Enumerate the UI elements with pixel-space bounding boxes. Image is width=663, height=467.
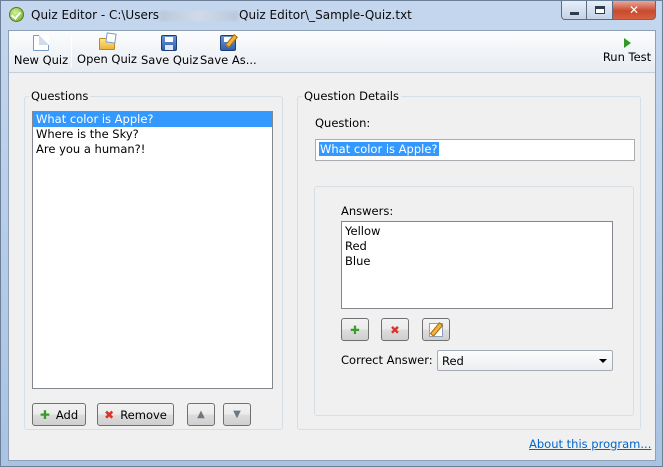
save-quiz-button[interactable]: Save Quiz <box>141 34 199 71</box>
window-title-suffix: Quiz Editor\_Sample-Quiz.txt <box>239 8 412 22</box>
answers-label: Answers: <box>341 204 394 218</box>
maximize-button[interactable] <box>587 1 613 20</box>
client-area: New Quiz Open Quiz Save Quiz Save As... … <box>8 30 656 461</box>
about-program-link[interactable]: About this program... <box>529 437 651 451</box>
question-label: Question: <box>315 116 371 130</box>
list-item[interactable]: Blue <box>345 254 609 269</box>
add-question-label: Add <box>55 407 79 422</box>
minimize-button[interactable] <box>561 1 587 20</box>
plus-icon: ✚ <box>39 407 50 422</box>
remove-answer-button[interactable]: ✖ <box>381 318 409 341</box>
question-input-value: What color is Apple? <box>319 142 439 156</box>
toolbar: New Quiz Open Quiz Save Quiz Save As... … <box>9 31 655 73</box>
move-down-button[interactable]: ▼ <box>223 403 251 426</box>
checkmark-icon <box>9 7 24 22</box>
move-up-icon: ▲ <box>197 409 205 420</box>
close-icon: ✕ <box>628 3 640 17</box>
list-item[interactable]: Red <box>345 239 609 254</box>
redacted-username <box>160 10 239 21</box>
list-item[interactable]: Are you a human?! <box>33 142 272 157</box>
answer-list[interactable]: Yellow Red Blue <box>341 221 613 309</box>
chevron-down-icon <box>599 359 607 363</box>
remove-question-button[interactable]: ✖ Remove <box>97 403 174 426</box>
open-quiz-label: Open Quiz <box>77 52 137 66</box>
correct-answer-value: Red <box>442 354 464 368</box>
open-quiz-button[interactable]: Open Quiz <box>77 34 137 71</box>
question-details-group: Question Details Question: What color is… <box>297 89 641 430</box>
questions-group-title: Questions <box>29 89 91 103</box>
window-title-prefix: Quiz Editor - C:\Users <box>31 8 160 22</box>
window-controls: ✕ <box>561 1 656 20</box>
edit-icon <box>429 322 443 337</box>
save-as-label: Save As... <box>200 53 257 67</box>
list-item[interactable]: Yellow <box>345 224 609 239</box>
list-item[interactable]: Where is the Sky? <box>33 127 272 142</box>
run-test-button[interactable]: Run Test <box>602 34 652 71</box>
save-quiz-label: Save Quiz <box>141 53 199 67</box>
app-window: Quiz Editor - C:\Users Quiz Editor\_Sampl… <box>0 0 663 467</box>
new-quiz-label: New Quiz <box>13 53 69 67</box>
title-bar[interactable]: Quiz Editor - C:\Users Quiz Editor\_Sampl… <box>1 1 662 29</box>
correct-answer-select[interactable]: Red <box>437 350 613 371</box>
floppy-disk-icon <box>161 35 177 51</box>
questions-group: Questions What color is Apple? Where is … <box>24 89 283 430</box>
remove-question-label: Remove <box>120 407 167 422</box>
toolbar-separator <box>71 35 72 68</box>
add-answer-button[interactable]: ✚ <box>341 318 369 341</box>
run-test-label: Run Test <box>602 50 652 64</box>
window-title: Quiz Editor - C:\Users Quiz Editor\_Sampl… <box>31 8 412 22</box>
save-as-button[interactable]: Save As... <box>200 34 257 71</box>
correct-answer-label: Correct Answer: <box>341 353 433 367</box>
plus-icon: ✚ <box>350 322 360 337</box>
maximize-icon <box>594 6 605 14</box>
new-quiz-button[interactable]: New Quiz <box>13 34 69 71</box>
play-icon <box>622 38 632 48</box>
answers-panel: Answers: Yellow Red Blue ✚ ✖ Correct Ans… <box>314 186 634 416</box>
add-question-button[interactable]: ✚ Add <box>32 403 86 426</box>
move-down-icon: ▼ <box>233 409 241 420</box>
cross-icon: ✖ <box>104 407 115 422</box>
cross-icon: ✖ <box>390 322 400 337</box>
close-button[interactable]: ✕ <box>613 1 656 20</box>
list-item[interactable]: What color is Apple? <box>33 112 272 127</box>
question-details-title: Question Details <box>302 89 401 103</box>
move-up-button[interactable]: ▲ <box>187 403 215 426</box>
minimize-icon <box>569 11 579 15</box>
open-folder-icon <box>99 38 115 50</box>
new-document-icon <box>33 35 49 51</box>
question-list[interactable]: What color is Apple? Where is the Sky? A… <box>32 111 273 389</box>
question-input[interactable]: What color is Apple? <box>315 139 635 161</box>
edit-answer-button[interactable] <box>422 318 450 341</box>
floppy-pencil-icon <box>220 35 236 51</box>
